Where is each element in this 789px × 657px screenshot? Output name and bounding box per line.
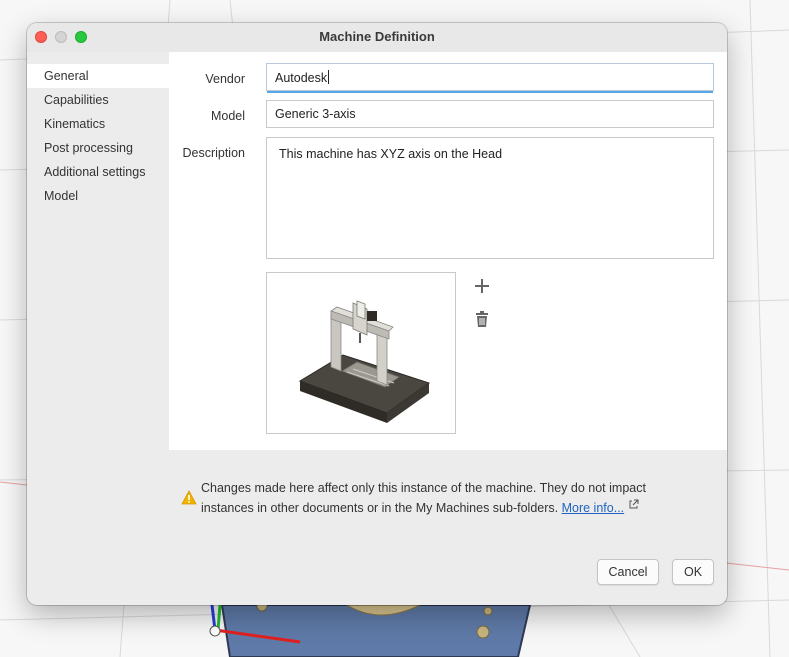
sidebar-item-post-processing[interactable]: Post processing	[27, 136, 169, 160]
external-link-icon	[629, 499, 639, 509]
description-value: This machine has XYZ axis on the Head	[279, 147, 503, 161]
model-value: Generic 3-axis	[275, 107, 356, 121]
cancel-button[interactable]: Cancel	[597, 559, 659, 585]
text-caret	[328, 70, 330, 84]
sidebar-item-kinematics[interactable]: Kinematics	[27, 112, 169, 136]
warning-icon	[181, 490, 197, 505]
trash-icon	[476, 311, 488, 327]
sidebar-item-capabilities[interactable]: Capabilities	[27, 88, 169, 112]
vendor-field[interactable]: Autodesk	[266, 63, 714, 91]
sidebar-nav: General Capabilities Kinematics Post pro…	[27, 52, 169, 450]
description-textarea[interactable]: This machine has XYZ axis on the Head	[266, 137, 714, 259]
model-label: Model	[210, 109, 245, 123]
machine-image	[266, 272, 456, 434]
machine-definition-dialog: Machine Definition General Capabilities …	[27, 23, 727, 605]
description-label: Description	[182, 146, 245, 160]
sidebar-item-additional-settings[interactable]: Additional settings	[27, 160, 169, 184]
general-panel: Vendor Autodesk Model Generic 3-axis Des…	[169, 52, 727, 450]
notice-line-2: instances in other documents or in the M…	[201, 498, 681, 518]
more-info-link[interactable]: More info...	[562, 501, 625, 515]
plus-icon	[475, 279, 489, 293]
ok-button[interactable]: OK	[672, 559, 714, 585]
sidebar-item-general[interactable]: General	[27, 64, 169, 88]
notice-line-2-text: instances in other documents or in the M…	[201, 501, 559, 515]
instance-notice: Changes made here affect only this insta…	[201, 478, 681, 518]
vendor-value: Autodesk	[275, 71, 328, 85]
sidebar-item-model[interactable]: Model	[27, 184, 169, 208]
notice-line-1: Changes made here affect only this insta…	[201, 481, 646, 495]
dialog-title: Machine Definition	[319, 29, 435, 44]
add-image-button[interactable]	[473, 277, 491, 295]
model-field[interactable]: Generic 3-axis	[266, 100, 714, 128]
delete-image-button[interactable]	[473, 310, 491, 328]
title-bar[interactable]: Machine Definition	[27, 23, 727, 52]
machine-thumbnail-icon	[298, 300, 431, 423]
vendor-label: Vendor	[205, 72, 245, 86]
